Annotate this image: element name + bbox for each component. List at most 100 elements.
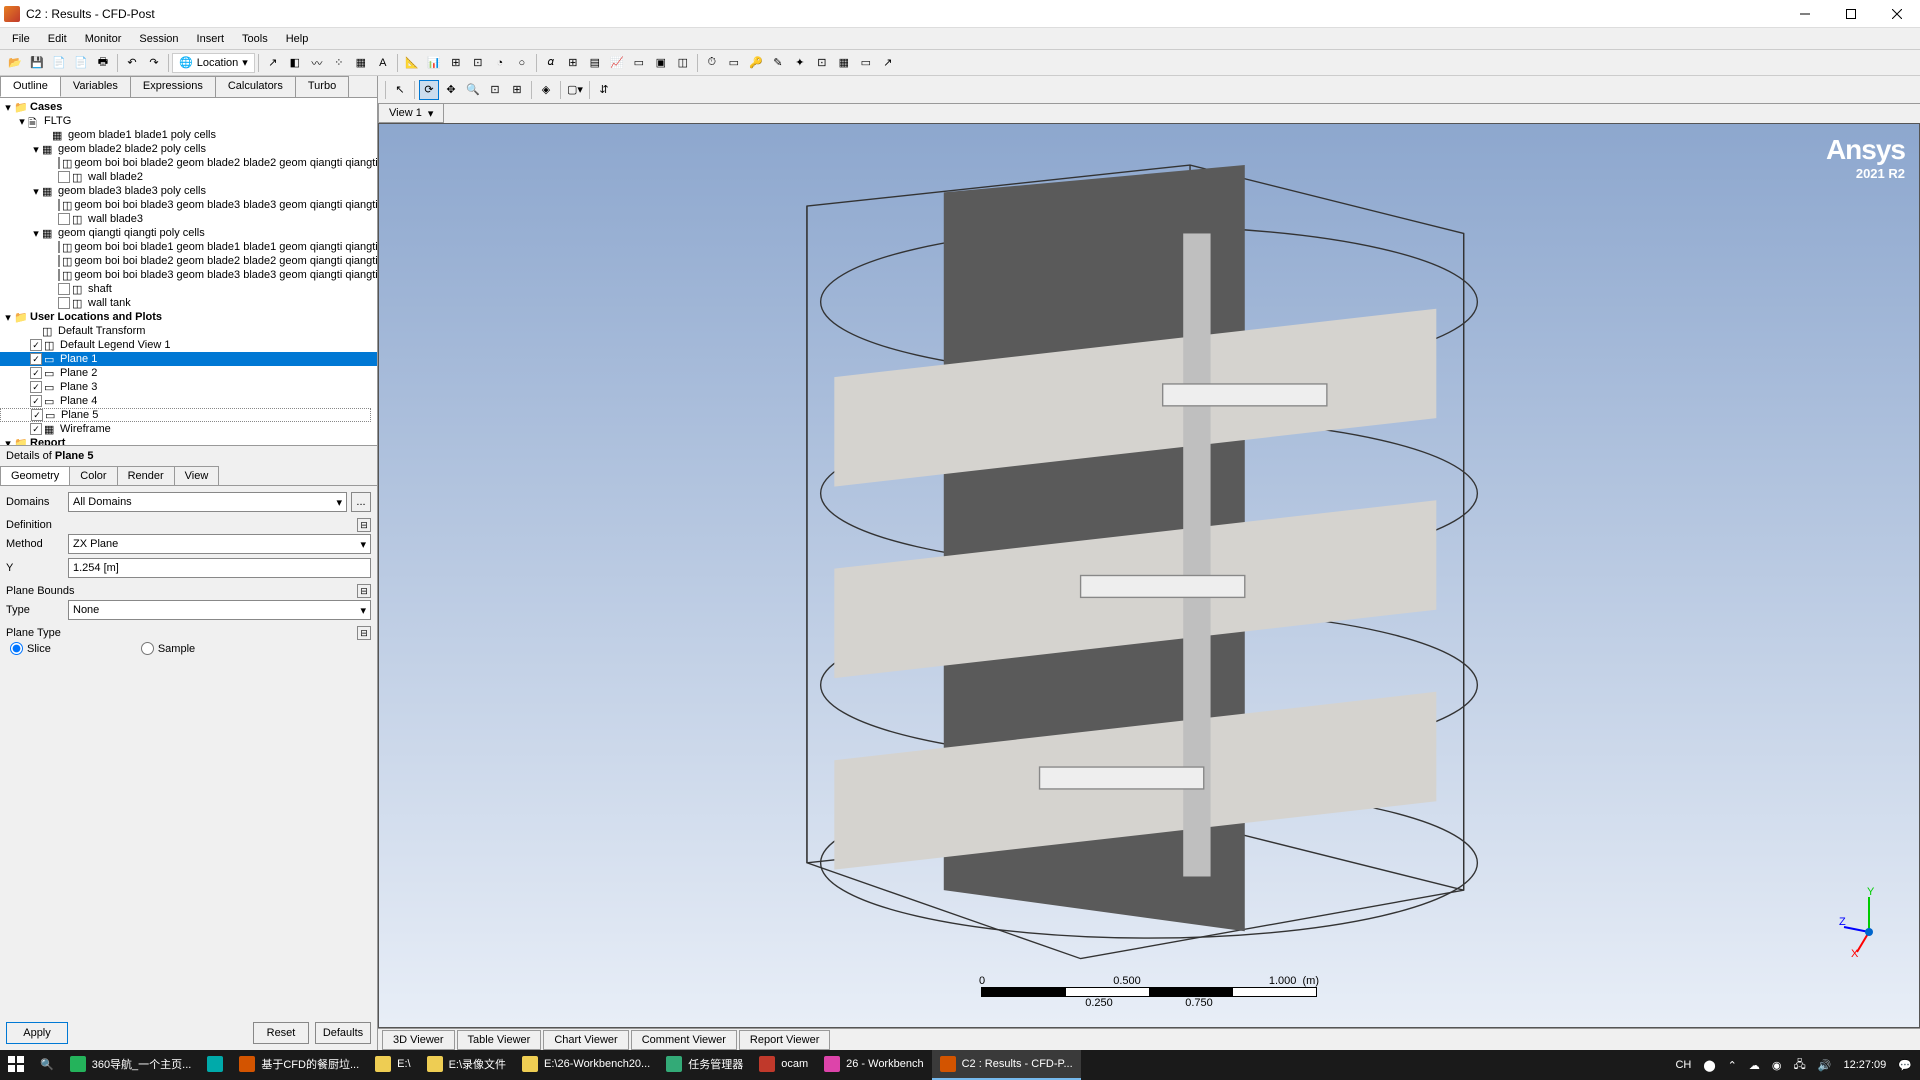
- planetype-collapse[interactable]: ⊟: [357, 626, 371, 640]
- menu-tools[interactable]: Tools: [234, 31, 276, 47]
- tree-plane5[interactable]: Plane 5: [61, 409, 98, 421]
- sample-radio[interactable]: Sample: [141, 642, 195, 655]
- task-item[interactable]: 26 - Workbench: [816, 1050, 931, 1080]
- close-button[interactable]: [1874, 0, 1920, 28]
- text-icon[interactable]: A: [373, 53, 393, 73]
- tree-deftrans[interactable]: Default Transform: [58, 325, 145, 337]
- checkbox[interactable]: ✓: [31, 409, 43, 421]
- tree-fltg[interactable]: FLTG: [44, 115, 71, 127]
- expression-icon[interactable]: ⊞: [563, 53, 583, 73]
- dtab-geometry[interactable]: Geometry: [0, 466, 70, 485]
- mesh-icon[interactable]: ▦: [834, 53, 854, 73]
- probe-icon[interactable]: ✦: [790, 53, 810, 73]
- start-button[interactable]: [0, 1050, 32, 1080]
- undo-icon[interactable]: ↶: [122, 53, 142, 73]
- tree-cases[interactable]: Cases: [30, 101, 62, 113]
- tab-calculators[interactable]: Calculators: [215, 76, 296, 97]
- select-icon[interactable]: ↖: [390, 80, 410, 100]
- variable-icon[interactable]: 𝛼: [541, 53, 561, 73]
- view-tab[interactable]: View 1▾: [378, 103, 444, 123]
- tree-userloc[interactable]: User Locations and Plots: [30, 311, 162, 323]
- task-item[interactable]: E:\录像文件: [419, 1050, 514, 1080]
- apply-button[interactable]: Apply: [6, 1022, 68, 1044]
- menu-help[interactable]: Help: [278, 31, 317, 47]
- menu-monitor[interactable]: Monitor: [77, 31, 130, 47]
- tree-plane3[interactable]: Plane 3: [60, 381, 97, 393]
- animation-icon[interactable]: ▭: [724, 53, 744, 73]
- pencil-icon[interactable]: ✎: [768, 53, 788, 73]
- domains-more-button[interactable]: ...: [351, 492, 371, 512]
- checkbox[interactable]: ✓: [30, 423, 42, 435]
- outline-tree[interactable]: ▾📁Cases ▾🗎FLTG ▦geom blade1 blade1 poly …: [0, 98, 377, 446]
- type-select[interactable]: None▾: [68, 600, 371, 620]
- task-item[interactable]: 360导航_一个主页...: [62, 1050, 200, 1080]
- tree-wireframe[interactable]: Wireframe: [60, 423, 111, 435]
- clock[interactable]: 12:27:09: [1843, 1059, 1886, 1071]
- task-item[interactable]: C2 : Results - CFD-P...: [932, 1050, 1081, 1080]
- tree-b1[interactable]: geom blade1 blade1 poly cells: [68, 129, 216, 141]
- tree-plane4[interactable]: Plane 4: [60, 395, 97, 407]
- menu-insert[interactable]: Insert: [189, 31, 233, 47]
- location-dropdown[interactable]: 🌐Location▾: [172, 53, 255, 73]
- method-select[interactable]: ZX Plane▾: [68, 534, 371, 554]
- key-icon[interactable]: 🔑: [746, 53, 766, 73]
- tree-report[interactable]: Report: [30, 437, 65, 446]
- figure-icon[interactable]: ◫: [673, 53, 693, 73]
- subtab-chart[interactable]: Chart Viewer: [543, 1030, 628, 1050]
- tree-b3c2[interactable]: wall blade3: [88, 213, 143, 225]
- streamline-icon[interactable]: 〰: [307, 53, 327, 73]
- table-icon[interactable]: ▤: [585, 53, 605, 73]
- tray-sync-icon[interactable]: ☁: [1749, 1059, 1760, 1072]
- open-icon[interactable]: 📂: [5, 53, 25, 73]
- contour-icon[interactable]: ◧: [285, 53, 305, 73]
- misc-icon-2[interactable]: 📊: [424, 53, 444, 73]
- checkbox[interactable]: [58, 157, 60, 169]
- pan-icon[interactable]: ✥: [441, 80, 461, 100]
- task-item[interactable]: [199, 1050, 231, 1080]
- zoom-icon[interactable]: 🔍: [463, 80, 483, 100]
- tree-b3c1[interactable]: geom boi boi blade3 geom blade3 blade3 g…: [74, 199, 377, 211]
- search-button[interactable]: 🔍: [32, 1050, 62, 1080]
- subtab-3d[interactable]: 3D Viewer: [382, 1030, 455, 1050]
- tab-turbo[interactable]: Turbo: [295, 76, 349, 97]
- y-input[interactable]: [68, 558, 371, 578]
- tree-b2c1[interactable]: geom boi boi blade2 geom blade2 blade2 g…: [74, 157, 377, 169]
- subtab-report[interactable]: Report Viewer: [739, 1030, 831, 1050]
- menu-edit[interactable]: Edit: [40, 31, 75, 47]
- split-icon[interactable]: ▢▾: [565, 80, 585, 100]
- checkbox[interactable]: ✓: [30, 339, 42, 351]
- checkbox[interactable]: [58, 213, 70, 225]
- maximize-button[interactable]: [1828, 0, 1874, 28]
- sync-icon[interactable]: ⇵: [594, 80, 614, 100]
- tree-qt5[interactable]: wall tank: [88, 297, 131, 309]
- task-item[interactable]: 任务管理器: [658, 1050, 751, 1080]
- print-icon[interactable]: 🖶: [93, 53, 113, 73]
- fit-icon[interactable]: ⊞: [507, 80, 527, 100]
- menu-file[interactable]: File: [4, 31, 38, 47]
- misc-icon-6[interactable]: ○: [512, 53, 532, 73]
- tree-b3[interactable]: geom blade3 blade3 poly cells: [58, 185, 206, 197]
- tree-b2c2[interactable]: wall blade2: [88, 171, 143, 183]
- legend-icon[interactable]: ▭: [629, 53, 649, 73]
- checkbox[interactable]: [58, 297, 70, 309]
- tray-icon[interactable]: ⬤: [1703, 1059, 1715, 1072]
- tray-vol-icon[interactable]: 🔊: [1818, 1059, 1832, 1072]
- dtab-view[interactable]: View: [174, 466, 220, 485]
- checkbox[interactable]: ✓: [30, 367, 42, 379]
- reset-button[interactable]: Reset: [253, 1022, 309, 1044]
- zoombox-icon[interactable]: ⊡: [485, 80, 505, 100]
- task-item[interactable]: E:\26-Workbench20...: [514, 1050, 658, 1080]
- subtab-table[interactable]: Table Viewer: [457, 1030, 542, 1050]
- calc-icon[interactable]: ⊡: [812, 53, 832, 73]
- notif-icon[interactable]: 💬: [1898, 1059, 1912, 1072]
- checkbox[interactable]: ✓: [30, 381, 42, 393]
- misc-icon-5[interactable]: ◔: [490, 53, 510, 73]
- comment-icon[interactable]: ▣: [651, 53, 671, 73]
- defaults-button[interactable]: Defaults: [315, 1022, 371, 1044]
- bounds-collapse[interactable]: ⊟: [357, 584, 371, 598]
- timer-icon[interactable]: ⏱: [702, 53, 722, 73]
- tree-plane2[interactable]: Plane 2: [60, 367, 97, 379]
- menu-session[interactable]: Session: [131, 31, 186, 47]
- tree-qt3[interactable]: geom boi boi blade3 geom blade3 blade3 g…: [74, 269, 377, 281]
- tree-qt[interactable]: geom qiangti qiangti poly cells: [58, 227, 205, 239]
